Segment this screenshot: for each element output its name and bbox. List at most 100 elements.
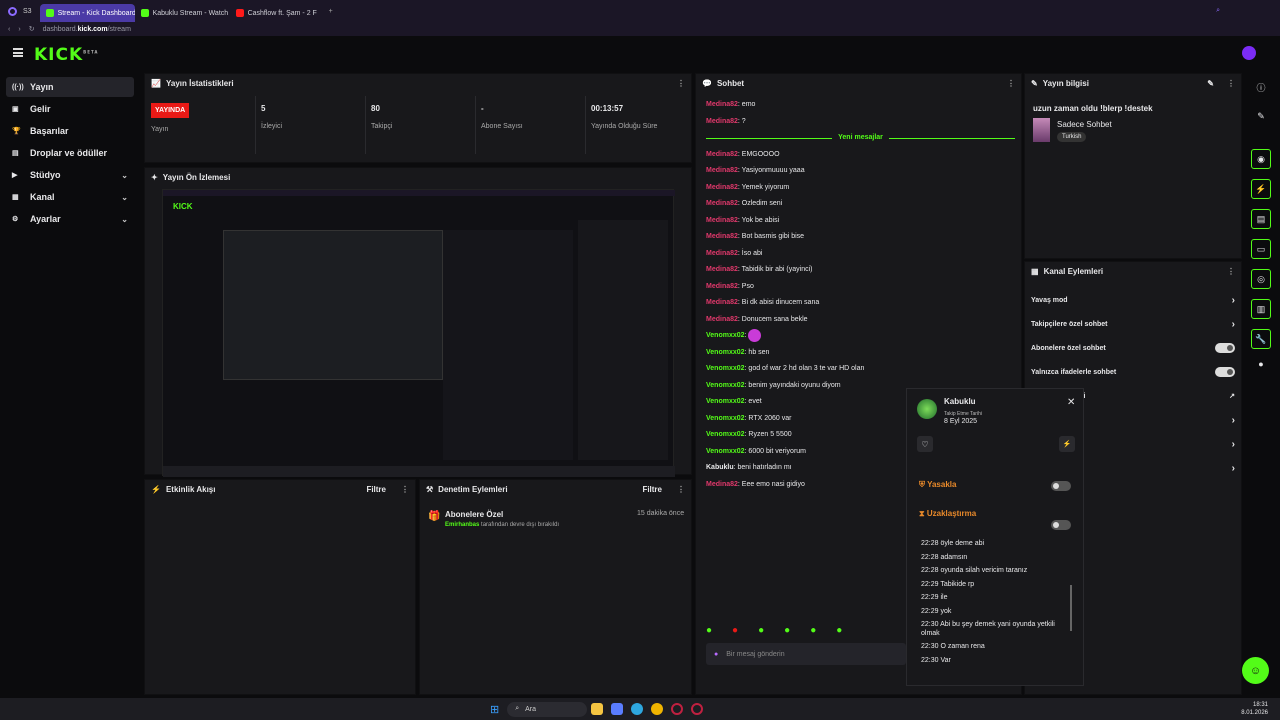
chat-username[interactable]: Medina82 — [706, 283, 738, 290]
chat-message[interactable]: Venomxx02: hb sen — [696, 345, 1023, 362]
taskbar-time[interactable]: 18:31 8.01.2026 — [1241, 701, 1268, 717]
browser-tab[interactable]: Stream - Kick Dashboard — [39, 4, 135, 22]
chat-username[interactable]: Venomxx02 — [706, 431, 745, 438]
chat-message[interactable]: Medina82: Bi dk abisi dinucem sana — [696, 295, 1023, 312]
kick-logo[interactable]: KICKBETA — [34, 45, 98, 65]
store-icon[interactable] — [611, 703, 624, 715]
preview-video[interactable]: KICK — [162, 189, 675, 477]
channel-action-row[interactable]: Abonelere özel sohbet — [1025, 336, 1241, 360]
stream-info-more-icon[interactable]: ⋮ — [1227, 79, 1235, 88]
chat-more-icon[interactable]: ⋮ — [1007, 79, 1015, 88]
chat-icon[interactable]: ▭ — [1251, 239, 1271, 259]
toggle-switch[interactable] — [1215, 343, 1235, 353]
chat-message[interactable]: Medina82: Bot basmis gibi bise — [696, 229, 1023, 246]
bolt-icon[interactable]: ⚡ — [1251, 179, 1271, 199]
chat-message[interactable]: Medina82: EMGOOOO — [696, 147, 1023, 164]
opera-icon[interactable] — [8, 6, 17, 16]
broadcast-icon[interactable]: ◎ — [1251, 269, 1271, 289]
gift-sub-icon[interactable]: ⚡ — [1059, 436, 1075, 452]
chat-username[interactable]: Venomxx02 — [706, 349, 745, 356]
chat-username[interactable]: Medina82 — [706, 184, 738, 191]
chat-username[interactable]: Medina82 — [706, 167, 738, 174]
chat-username[interactable]: Medina82 — [706, 118, 738, 125]
wrench-icon[interactable]: 🔧 — [1251, 329, 1271, 349]
chat-username[interactable]: Medina82 — [706, 266, 738, 273]
edit-icon[interactable]: ✎ — [1207, 79, 1214, 88]
doc-icon[interactable]: ▤ — [1251, 209, 1271, 229]
chat-username[interactable]: Venomxx02 — [706, 365, 745, 372]
chat-message[interactable]: Medina82: Ozledim seni — [696, 196, 1023, 213]
close-icon[interactable]: ✕ — [1067, 397, 1075, 408]
chat-message[interactable]: Venomxx02: god of war 2 hd olan 3 te var… — [696, 361, 1023, 378]
history-scrollbar[interactable] — [1070, 585, 1072, 631]
chat-message[interactable]: Medina82: Yok be abisi — [696, 213, 1023, 230]
profile-avatar[interactable] — [1242, 46, 1256, 60]
chat-message[interactable]: Medina82: Tabidik bir abi (yayinci) — [696, 262, 1023, 279]
windows-start-icon[interactable]: ⊞ — [490, 703, 499, 716]
emote-icon[interactable]: ● — [758, 625, 764, 636]
events-more-icon[interactable]: ⋮ — [401, 485, 409, 494]
browser-tab[interactable]: Cashflow ft. Şam - 2 F — [230, 4, 325, 22]
sidebar-item-ayarlar[interactable]: ⚙ Ayarlar ⌄ — [6, 209, 134, 229]
hamburger-menu-icon[interactable] — [13, 48, 23, 57]
moderation-more-icon[interactable]: ⋮ — [677, 485, 685, 494]
sidebar-item-kanal[interactable]: ▦ Kanal ⌄ — [6, 187, 134, 207]
chat-username[interactable]: Medina82 — [706, 316, 738, 323]
ban-toggle[interactable] — [1051, 481, 1071, 491]
chat-username[interactable]: Medina82 — [706, 233, 738, 240]
chat-username[interactable]: Medina82 — [706, 101, 738, 108]
chat-message[interactable]: Medina82: Pso — [696, 279, 1023, 296]
support-chat-button[interactable]: ☺ — [1242, 657, 1269, 684]
chat-message[interactable]: Medina82: Donucem sana bekle — [696, 312, 1023, 329]
server-icon[interactable]: ▥ — [1251, 299, 1271, 319]
workspaces-icon[interactable]: S3 — [23, 8, 32, 15]
events-filter-button[interactable]: Filtre — [366, 485, 386, 494]
url-text[interactable]: dashboard.kick.com/stream — [43, 26, 131, 33]
chrome-icon[interactable] — [651, 703, 664, 715]
sidebar-item-droplar-ve-d-ller[interactable]: ▤ Droplar ve ödüller — [6, 143, 134, 163]
channel-action-row[interactable]: Yalnızca ifadelerle sohbet — [1025, 360, 1241, 384]
emote-icon[interactable]: ● — [810, 625, 816, 636]
chat-message[interactable]: Medina82: emo — [696, 97, 1023, 114]
toggle-switch[interactable] — [1215, 367, 1235, 377]
sidebar-item-st-dyo[interactable]: ▶ Stüdyo ⌄ — [6, 165, 134, 185]
taskbar-search[interactable]: ⌕ Ara — [507, 701, 588, 717]
sidebar-item-yay-n[interactable]: ((·)) Yayın — [6, 77, 134, 97]
address-bar[interactable]: ‹ › ↻ dashboard.kick.com/stream — [0, 22, 1280, 36]
heart-icon[interactable]: ♡ — [917, 436, 933, 452]
chat-message[interactable]: Medina82: İso abi — [696, 246, 1023, 263]
sidebar-item-gelir[interactable]: ▣ Gelir — [6, 99, 134, 119]
chat-message[interactable]: Medina82: Yemek yiyorum — [696, 180, 1023, 197]
chat-username[interactable]: Venomxx02 — [706, 415, 745, 422]
emote-icon[interactable]: ● — [836, 625, 842, 636]
chat-username[interactable]: Medina82 — [706, 200, 738, 207]
new-tab-button[interactable]: + — [329, 8, 333, 15]
info-icon[interactable]: ⓘ — [1251, 81, 1271, 94]
emote-icon[interactable]: ● — [706, 625, 712, 636]
chat-message[interactable]: Venomxx02: — [696, 328, 1023, 345]
chat-username[interactable]: Medina82 — [706, 250, 738, 257]
chat-message[interactable]: Medina82: Yasiyonmuuuu yaaa — [696, 163, 1023, 180]
back-icon[interactable]: ‹ — [8, 26, 10, 33]
reload-icon[interactable]: ↻ — [29, 25, 35, 33]
timeout-toggle[interactable] — [1051, 520, 1071, 530]
chat-username[interactable]: Kabuklu — [706, 464, 734, 471]
forward-icon[interactable]: › — [18, 26, 20, 33]
chat-message[interactable]: Medina82: ? — [696, 114, 1023, 131]
chat-username[interactable]: Venomxx02 — [706, 448, 745, 455]
sidebar-item-ba-ar-lar[interactable]: 🏆 Başarılar — [6, 121, 134, 141]
camera-icon[interactable]: ◉ — [1251, 149, 1271, 169]
channel-action-row[interactable]: Yavaş mod › — [1025, 288, 1241, 312]
emote-icon[interactable]: ● — [784, 625, 790, 636]
chat-username[interactable]: Venomxx02 — [706, 382, 745, 389]
chat-username[interactable]: Venomxx02 — [706, 332, 745, 339]
mic-icon[interactable]: ● — [714, 651, 718, 658]
edge-icon[interactable] — [631, 703, 644, 715]
more-icon[interactable]: ⋮ — [677, 79, 685, 88]
opera-icon[interactable] — [671, 703, 684, 715]
emote-icon[interactable]: ● — [732, 625, 738, 636]
edit-icon[interactable]: ✎ — [1251, 111, 1271, 122]
opera-gx-icon[interactable] — [691, 703, 704, 715]
chat-username[interactable]: Venomxx02 — [706, 398, 745, 405]
people-icon[interactable]: ● — [1251, 359, 1271, 369]
